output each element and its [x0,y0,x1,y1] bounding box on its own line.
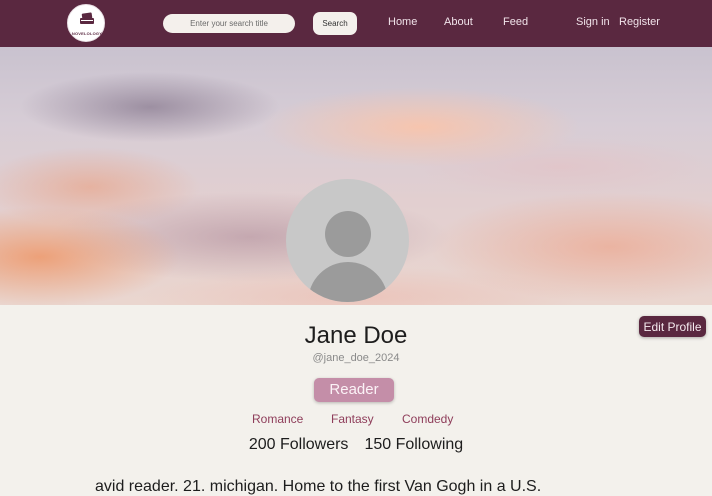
profile-name: Jane Doe [304,322,408,349]
book-stack-icon [80,12,94,24]
genre-tag-romance[interactable]: Romance [252,412,303,426]
follow-stats: 200 Followers 150 Following [0,436,712,454]
logo-wordmark: NOVELOLOGY [71,31,103,36]
avatar-head-shape [325,211,371,257]
followers-count[interactable]: 200 Followers [249,436,349,453]
register-link[interactable]: Register [619,16,660,28]
search-button[interactable]: Search [313,12,357,35]
profile-bio: avid reader. 21. michigan. Home to the f… [95,478,542,495]
avatar-body-shape [308,262,388,302]
nav-about-link[interactable]: About [444,16,473,28]
genre-tag-comedy[interactable]: Comdedy [402,412,453,426]
default-user-avatar-icon[interactable] [286,179,409,302]
nav-home-link[interactable]: Home [388,16,417,28]
nav-feed-link[interactable]: Feed [503,16,528,28]
profile-handle: @jane_doe_2024 [312,352,400,364]
site-logo[interactable]: NOVELOLOGY [67,4,105,42]
sign-in-link[interactable]: Sign in [576,16,610,28]
following-count[interactable]: 150 Following [364,436,463,453]
search-input[interactable] [163,14,295,33]
role-badge: Reader [314,378,394,402]
top-navbar: NOVELOLOGY Search Home About Feed Sign i… [0,0,712,47]
genre-tag-fantasy[interactable]: Fantasy [331,412,374,426]
